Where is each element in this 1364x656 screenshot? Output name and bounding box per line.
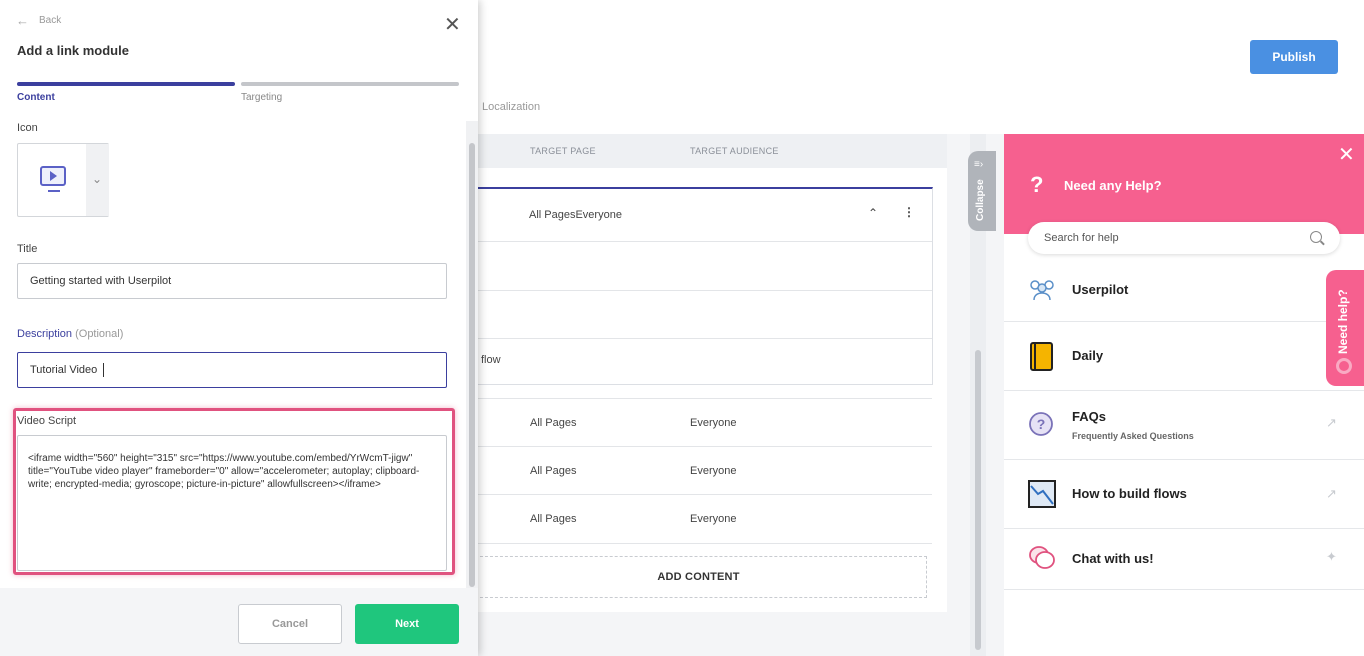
need-help-label: Need help? — [1336, 289, 1350, 354]
video-icon — [40, 166, 66, 186]
column-target-audience: TARGET AUDIENCE — [690, 146, 779, 156]
notebook-icon — [1030, 342, 1053, 371]
need-help-tab[interactable]: Need help? — [1326, 270, 1364, 386]
description-label: Description (Optional) — [17, 328, 123, 340]
close-icon[interactable]: ✕ — [444, 12, 461, 37]
collapse-icon: ≡› — [974, 159, 984, 170]
help-item-userpilot[interactable]: Userpilot — [1004, 256, 1364, 322]
help-item-chat[interactable]: Chat with us! ✦ — [1004, 529, 1364, 590]
tab-localization[interactable]: Localization — [482, 101, 540, 113]
search-icon[interactable] — [1310, 231, 1322, 243]
text-caret — [103, 363, 105, 377]
help-item-label: FAQs — [1072, 409, 1106, 424]
video-script-textarea[interactable]: <iframe width="560" height="315" src="ht… — [17, 435, 447, 571]
collapse-tab[interactable]: ≡› Collapse — [968, 151, 996, 231]
title-input-value: Getting started with Userpilot — [30, 275, 172, 287]
chat-icon — [1029, 546, 1055, 569]
help-title: Need any Help? — [1064, 178, 1162, 193]
external-link-icon[interactable]: ↗ — [1326, 486, 1337, 502]
chevron-down-icon: ⌄ — [92, 172, 103, 186]
lifebuoy-icon — [1336, 358, 1352, 374]
row-target-audience: Everyone — [690, 513, 737, 525]
close-icon[interactable]: ✕ — [1338, 142, 1355, 167]
users-icon — [1030, 280, 1054, 301]
next-button[interactable]: Next — [355, 604, 459, 644]
divider — [441, 338, 932, 339]
column-target-page: TARGET PAGE — [530, 146, 596, 156]
divider — [440, 543, 932, 544]
divider — [440, 446, 932, 447]
step-progress-targeting — [241, 82, 459, 86]
help-item-daily[interactable]: Daily — [1004, 322, 1364, 391]
sub-item-label: flow — [481, 354, 501, 366]
help-item-how-to-build-flows[interactable]: How to build flows ↗ — [1004, 460, 1364, 529]
divider — [440, 494, 932, 495]
help-item-label: How to build flows — [1072, 486, 1187, 501]
icon-select[interactable]: ⌄ — [17, 143, 109, 217]
help-header: ? Need any Help? ✕ — [1004, 134, 1364, 234]
video-script-label: Video Script — [17, 415, 77, 427]
question-icon: ? — [1030, 172, 1044, 197]
back-label: Back — [39, 15, 62, 26]
more-vertical-icon[interactable]: ⋮ — [903, 205, 915, 219]
divider — [441, 241, 932, 242]
sparkle-icon: ✦ — [1326, 549, 1337, 564]
back-link[interactable]: ← Back — [16, 13, 61, 28]
panel-scrollbar-thumb[interactable] — [469, 143, 475, 587]
step-progress-content — [17, 82, 235, 86]
video-icon-stand — [48, 190, 60, 192]
page-scrollbar-thumb[interactable] — [975, 350, 981, 650]
description-label-text: Description — [17, 328, 73, 340]
help-circle-icon: ? — [1029, 412, 1053, 436]
optional-hint: (Optional) — [75, 328, 124, 340]
row-target-audience: Everyone — [690, 417, 737, 429]
arrow-left-icon: ← — [16, 13, 29, 28]
add-content-button[interactable]: ADD CONTENT — [470, 556, 927, 598]
chevron-up-icon[interactable]: ⌃ — [868, 206, 878, 220]
description-input[interactable]: Tutorial Video — [17, 352, 447, 388]
title-label: Title — [17, 243, 38, 255]
panel-title: Add a link module — [17, 43, 129, 58]
chart-board-icon — [1028, 480, 1056, 508]
step-targeting[interactable]: Targeting — [241, 92, 282, 103]
icon-label: Icon — [17, 122, 38, 134]
divider — [440, 398, 932, 399]
divider — [441, 290, 932, 291]
title-input[interactable]: Getting started with Userpilot — [17, 263, 447, 299]
row-target-audience: Everyone — [690, 465, 737, 477]
row-target-page: All Pages — [530, 417, 577, 429]
collapse-label: Collapse — [975, 179, 986, 221]
expanded-row-target: All PagesEveryone — [529, 209, 622, 221]
help-item-label: Userpilot — [1072, 282, 1129, 297]
help-widget: ? Need any Help? ✕ Userpilot Daily ? FAQ… — [1004, 134, 1364, 656]
help-item-subtitle: Frequently Asked Questions — [1072, 431, 1194, 441]
svg-text:?: ? — [1037, 416, 1046, 432]
step-content[interactable]: Content — [17, 92, 55, 103]
add-link-module-panel: ← Back Add a link module ✕ Content Targe… — [0, 0, 478, 656]
help-item-faqs[interactable]: ? FAQs Frequently Asked Questions ↗ — [1004, 391, 1364, 460]
cancel-button[interactable]: Cancel — [238, 604, 342, 644]
expanded-group-row[interactable] — [440, 187, 933, 385]
help-item-label: Chat with us! — [1072, 551, 1154, 566]
help-search-input[interactable] — [1028, 222, 1340, 254]
row-target-page: All Pages — [530, 465, 577, 477]
external-link-icon[interactable]: ↗ — [1326, 415, 1337, 431]
row-target-page: All Pages — [530, 513, 577, 525]
publish-button[interactable]: Publish — [1250, 40, 1338, 74]
help-item-label: Daily — [1072, 348, 1104, 363]
description-input-value: Tutorial Video — [30, 364, 98, 376]
